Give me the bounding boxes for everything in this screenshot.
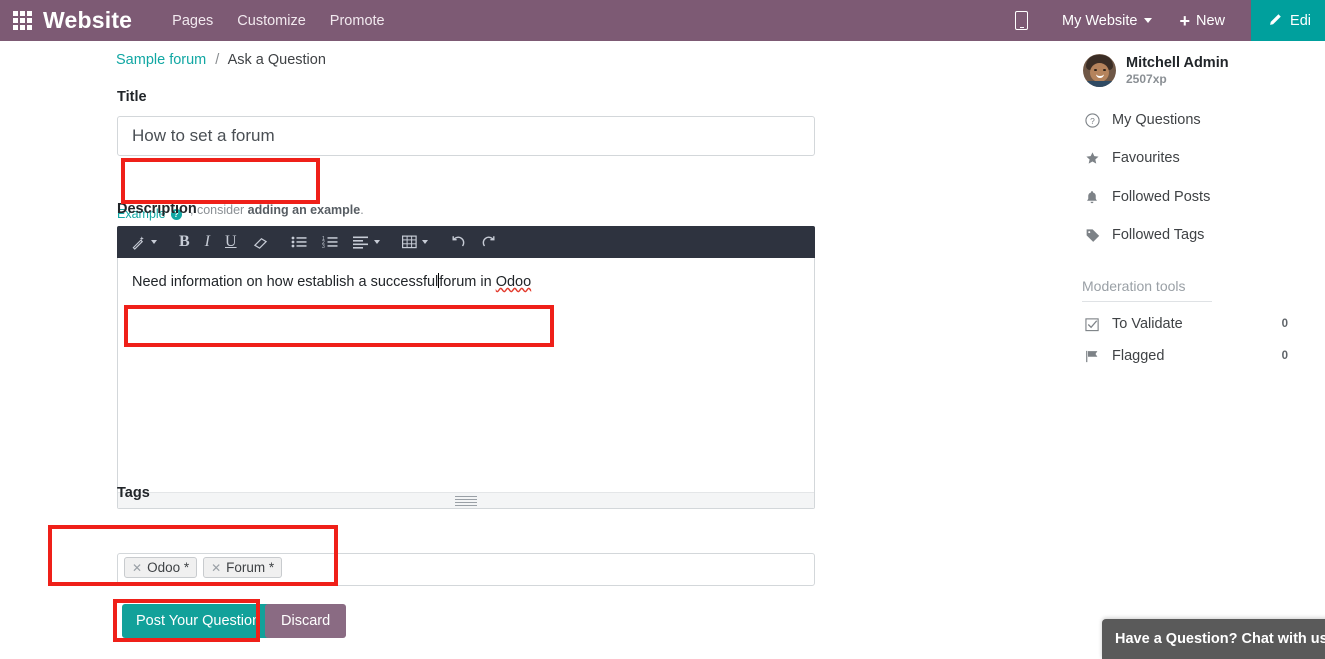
align-icon	[352, 236, 368, 249]
breadcrumb-separator: /	[215, 52, 220, 68]
style-magic-wand-icon[interactable]	[131, 235, 157, 250]
description-hint: , consider adding an example.	[190, 203, 364, 217]
description-editor[interactable]: Need information on how establish a succ…	[117, 258, 815, 509]
nav-item-promote[interactable]: Promote	[330, 13, 385, 29]
description-label: Description	[117, 201, 197, 217]
main-content: Sample forum / Ask a Question Title Exam…	[0, 41, 1325, 659]
description-text-after-caret: forum in	[439, 274, 496, 290]
edit-button[interactable]: Edi	[1251, 0, 1325, 41]
navbar-right-group: My Website + New Edi	[1015, 0, 1325, 41]
tag-label: Forum *	[226, 560, 275, 575]
check-square-icon	[1085, 317, 1103, 332]
align-button[interactable]	[352, 235, 380, 249]
plus-icon: +	[1179, 10, 1191, 31]
sidebar-item-favourites[interactable]: Favourites	[1085, 150, 1320, 166]
undo-button[interactable]	[450, 235, 466, 250]
post-your-question-button[interactable]: Post Your Question	[122, 604, 275, 638]
nav-item-customize[interactable]: Customize	[237, 13, 306, 29]
grip-icon	[455, 494, 477, 508]
redo-icon	[482, 235, 495, 246]
breadcrumb: Sample forum / Ask a Question	[116, 52, 326, 68]
discard-button[interactable]: Discard	[265, 604, 347, 638]
table-button[interactable]	[401, 235, 428, 249]
description-hint-post: .	[360, 203, 364, 217]
bell-icon	[1085, 190, 1103, 205]
sidebar-item-label: Flagged	[1112, 348, 1165, 364]
brand-website[interactable]: Website	[43, 7, 132, 34]
tag-pill[interactable]: ✕ Odoo *	[124, 557, 198, 578]
apps-grid-icon[interactable]	[9, 11, 35, 31]
description-editor-text: Need information on how establish a succ…	[132, 273, 531, 290]
numbered-list-icon: 1 2 3	[322, 236, 338, 249]
tag-pill[interactable]: ✕ Forum *	[203, 557, 283, 578]
sidebar-item-label: Favourites	[1112, 150, 1180, 166]
misspelled-word: Odoo	[495, 274, 532, 290]
title-label: Title	[117, 89, 147, 105]
new-button[interactable]: + New	[1180, 12, 1226, 30]
avatar	[1083, 54, 1116, 87]
sidebar-item-my-questions[interactable]: ? My Questions	[1085, 112, 1320, 128]
breadcrumb-root[interactable]: Sample forum	[116, 52, 206, 68]
flag-icon	[1085, 349, 1103, 364]
annotation-box-title	[121, 158, 320, 204]
breadcrumb-current: Ask a Question	[227, 52, 326, 68]
clear-format-eraser-icon[interactable]	[252, 235, 269, 250]
ordered-list-button[interactable]: 1 2 3	[322, 235, 338, 249]
divider	[1082, 301, 1212, 302]
star-icon	[1085, 151, 1103, 166]
sidebar-item-label: To Validate	[1112, 316, 1183, 332]
chevron-down-icon	[421, 240, 428, 244]
pencil-icon	[1270, 14, 1281, 25]
status-badge: 0	[1281, 318, 1288, 330]
website-selector[interactable]: My Website	[1062, 13, 1137, 29]
top-navbar: Website Pages Customize Promote My Websi…	[0, 0, 1325, 41]
tag-label: Odoo *	[147, 560, 190, 575]
svg-text:3: 3	[322, 244, 325, 249]
underline-button[interactable]: U	[225, 234, 237, 250]
chevron-down-icon[interactable]	[1143, 18, 1152, 23]
bold-button[interactable]: B	[179, 234, 190, 250]
close-icon[interactable]: ✕	[132, 561, 142, 575]
nav-item-pages[interactable]: Pages	[172, 13, 213, 29]
user-xp: 2507xp	[1126, 72, 1167, 87]
mobile-phone-icon[interactable]	[1015, 11, 1029, 30]
sidebar-item-followed-tags[interactable]: Followed Tags	[1085, 227, 1320, 243]
sidebar-item-flagged[interactable]: Flagged 0	[1085, 348, 1320, 364]
description-hint-link[interactable]: adding an example	[248, 203, 361, 217]
bullet-list-icon	[291, 236, 307, 248]
moderation-tools-title: Moderation tools	[1082, 278, 1186, 294]
eraser-icon	[253, 237, 267, 249]
new-button-label: New	[1196, 12, 1226, 29]
editor-toolbar: B I U 1 2 3	[117, 226, 815, 258]
redo-button[interactable]	[481, 235, 497, 250]
sidebar-item-to-validate[interactable]: To Validate 0	[1085, 316, 1320, 332]
tag-list: ✕ Odoo * ✕ Forum *	[124, 557, 288, 578]
title-input[interactable]	[117, 116, 815, 156]
editor-resize-handle[interactable]	[118, 492, 814, 508]
undo-icon	[452, 235, 464, 246]
right-sidebar: Mitchell Admin 2507xp ? My Questions Fav…	[1080, 41, 1325, 613]
sidebar-item-label: Followed Posts	[1112, 189, 1211, 205]
unordered-list-button[interactable]	[291, 235, 307, 249]
chat-widget-button[interactable]: Have a Question? Chat with us	[1102, 619, 1325, 659]
tags-label: Tags	[117, 485, 150, 501]
description-hint-pre: , consider	[190, 203, 248, 217]
magic-wand-icon	[132, 235, 144, 250]
status-badge: 0	[1281, 350, 1288, 362]
italic-button[interactable]: I	[205, 234, 210, 250]
tag-icon	[1085, 228, 1103, 243]
user-profile[interactable]: Mitchell Admin 2507xp	[1083, 54, 1229, 87]
sidebar-item-label: Followed Tags	[1112, 227, 1205, 243]
description-text-before-caret: Need information on how establish a succ…	[132, 274, 439, 290]
chevron-down-icon	[373, 240, 380, 244]
table-icon	[401, 235, 417, 249]
close-icon[interactable]: ✕	[211, 561, 221, 575]
svg-text:?: ?	[1090, 115, 1095, 125]
user-name: Mitchell Admin	[1126, 54, 1229, 71]
edit-button-label: Edi	[1290, 12, 1311, 29]
sidebar-item-followed-posts[interactable]: Followed Posts	[1085, 189, 1320, 205]
chevron-down-icon	[151, 240, 157, 244]
question-circle-icon: ?	[1085, 112, 1103, 128]
sidebar-item-label: My Questions	[1112, 112, 1201, 128]
